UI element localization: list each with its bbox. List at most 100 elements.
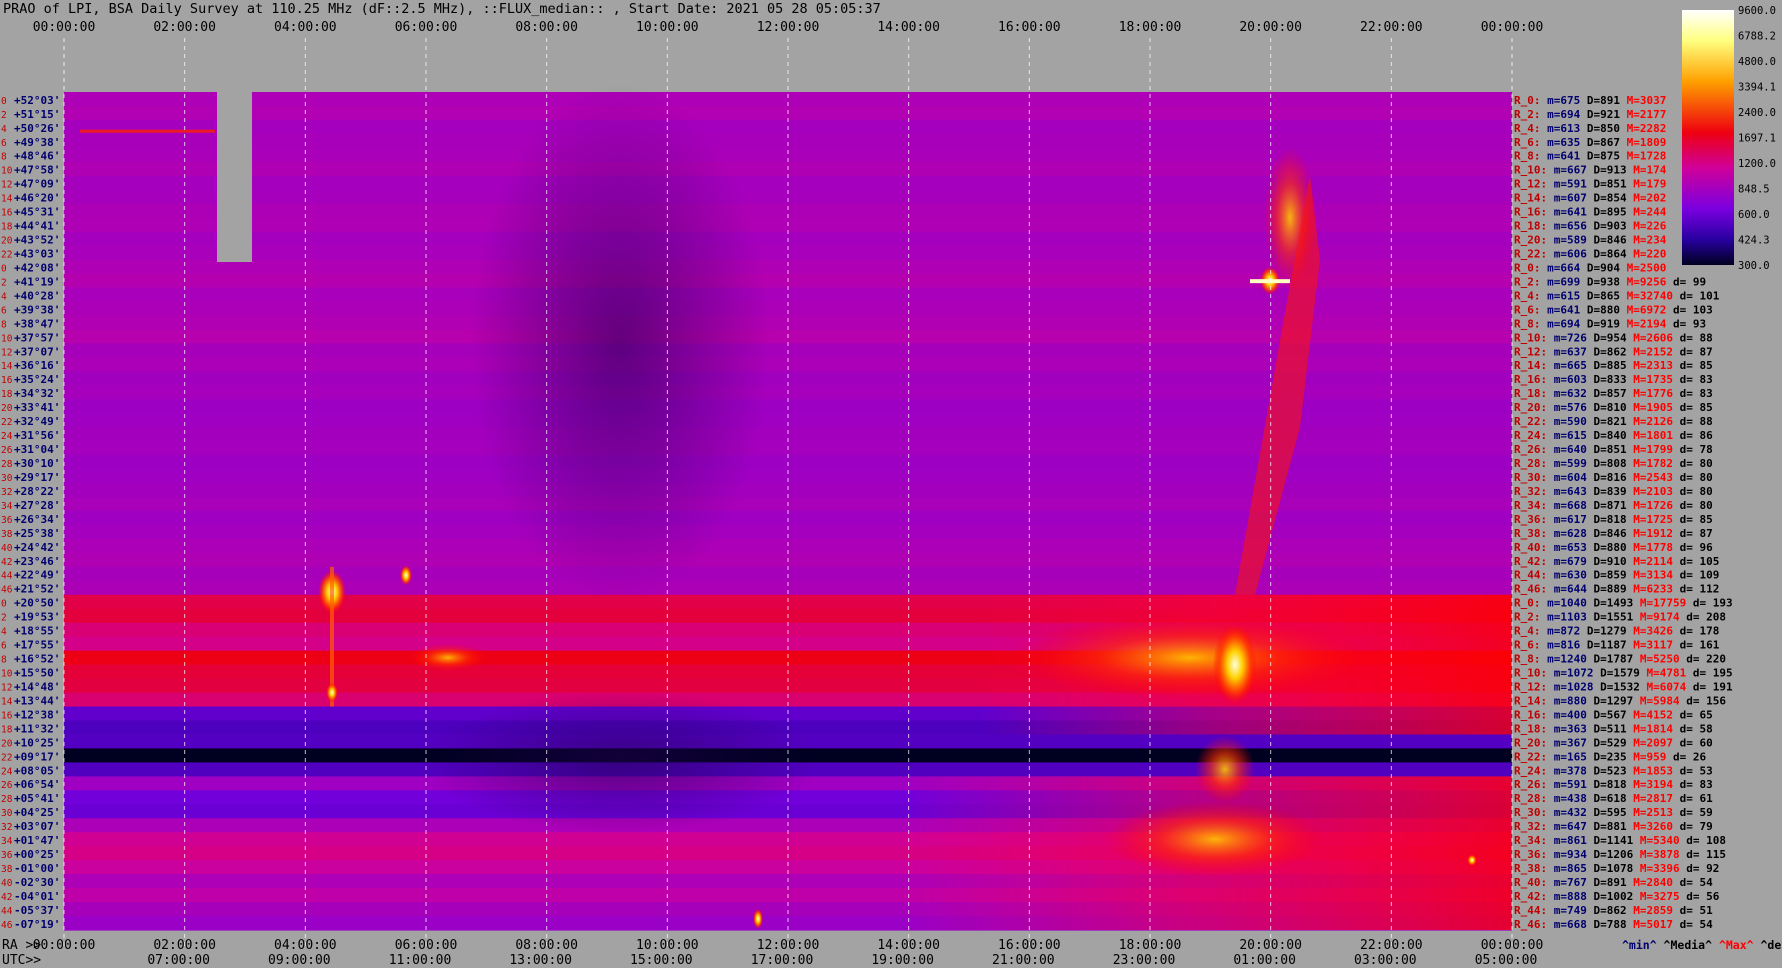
row-number: 14 <box>1 361 13 372</box>
row-number: 44 <box>1 906 13 917</box>
row-number: 42 <box>1 892 12 903</box>
stat-max: M=2177 <box>1620 108 1666 121</box>
stat-min: m=694 <box>1541 317 1581 330</box>
stat-row-id: R_28: <box>1514 457 1547 470</box>
stat-max: M=1776 <box>1627 387 1674 400</box>
stat-median: D=921 <box>1580 108 1620 121</box>
row-number: 20 <box>1 236 13 247</box>
row-number: 38 <box>1 529 13 540</box>
colorbar-tick-label: 300.0 <box>1738 260 1770 272</box>
stat-max: M=6972 <box>1620 303 1666 316</box>
stat-max: M=2126 <box>1627 415 1674 428</box>
row-number: 0 <box>1 263 7 274</box>
stat-min: m=656 <box>1547 220 1587 233</box>
stat-min: m=1040 <box>1541 597 1587 610</box>
stat-devia: d= 56 <box>1680 890 1720 903</box>
stat-devia: d= 78 <box>1673 443 1713 456</box>
ra-tick-label: 00:00:00 <box>33 938 96 953</box>
stat-devia: d= 105 <box>1673 555 1719 568</box>
stat-row-id: R_40: <box>1514 541 1547 554</box>
stat-min: m=606 <box>1547 248 1587 261</box>
dec-label: -01°00' <box>14 862 60 875</box>
row-stat: R_8: m=641 D=875 M=1728 <box>1514 150 1666 163</box>
stat-min: m=590 <box>1547 415 1587 428</box>
heatmap-chart: 00:00:00 02:00:00 04:00:00 06:00:00 08:00:00… <box>1 5 1782 968</box>
row-number: 46 <box>1 585 13 596</box>
radio-burst <box>326 682 338 703</box>
stat-max: M=1799 <box>1627 443 1673 456</box>
stat-max: M=2114 <box>1627 555 1674 568</box>
ra-tick-label: 10:00:00 <box>636 938 699 953</box>
dec-label: +32°49' <box>14 415 60 428</box>
row-number: 46 <box>1 920 13 931</box>
row-stat: R_44: m=630 D=859 M=3134 d= 109 <box>1514 569 1719 582</box>
row-number: 8 <box>1 655 7 666</box>
dec-label: -02°30' <box>14 876 60 889</box>
dec-label: +03°07' <box>14 820 60 833</box>
stat-max: M=174 <box>1627 164 1667 177</box>
stat-min: m=630 <box>1547 569 1587 582</box>
stat-max: M=2513 <box>1627 806 1673 819</box>
stat-devia: d= 59 <box>1673 806 1713 819</box>
row-number: 6 <box>1 138 7 149</box>
stat-min: m=861 <box>1547 834 1587 847</box>
stat-row-id: R_18: <box>1514 220 1547 233</box>
row-stat: R_30: m=604 D=816 M=2543 d= 80 <box>1514 471 1713 484</box>
stat-min: m=934 <box>1547 848 1587 861</box>
stat-max: M=4152 <box>1627 708 1673 721</box>
stat-min: m=432 <box>1547 806 1587 819</box>
row-number: 40 <box>1 878 13 889</box>
dec-label: +46°20' <box>14 192 60 205</box>
stat-min: m=1240 <box>1541 653 1587 666</box>
stat-devia: d= 86 <box>1673 429 1713 442</box>
stat-min: m=1103 <box>1541 611 1587 624</box>
stats-legend-item: ^min^ <box>1622 938 1657 952</box>
stat-row-id: R_38: <box>1514 862 1547 875</box>
row-stat: R_4: m=872 D=1279 M=3426 d= 178 <box>1514 625 1719 638</box>
row-number: 30 <box>1 473 13 484</box>
stat-min: m=675 <box>1541 94 1581 107</box>
dec-label: +49°38' <box>14 136 60 149</box>
row-stat: R_12: m=1028 D=1532 M=6074 d= 191 <box>1514 680 1733 693</box>
row-number: 36 <box>1 850 13 861</box>
stat-median: D=839 <box>1587 485 1627 498</box>
stat-row-id: R_6: <box>1514 136 1541 149</box>
stat-median: D=235 <box>1587 750 1627 763</box>
stat-devia: d= 96 <box>1673 541 1713 554</box>
colorbar-tick-label: 9600.0 <box>1738 5 1776 17</box>
row-number: 22 <box>1 250 12 261</box>
stat-devia: d= 208 <box>1680 611 1726 624</box>
stat-min: m=699 <box>1541 275 1581 288</box>
stat-row-id: R_30: <box>1514 806 1547 819</box>
stat-max: M=5984 <box>1633 694 1680 707</box>
stat-row-id: R_22: <box>1514 415 1547 428</box>
stat-median: D=954 <box>1587 331 1627 344</box>
top-tick-label: 18:00:00 <box>1119 20 1182 35</box>
stat-min: m=872 <box>1541 625 1581 638</box>
stat-row-id: R_32: <box>1514 820 1547 833</box>
ra-tick-label: 06:00:00 <box>395 938 458 953</box>
stat-max: M=959 <box>1627 750 1667 763</box>
row-number: 8 <box>1 152 7 163</box>
dec-label: -04°01' <box>14 890 60 903</box>
colorbar: 9600.0 6788.2 4800.0 3394.1 2400.0 1697.1 1200… <box>1682 5 1776 272</box>
stat-row-id: R_2: <box>1514 108 1541 121</box>
dec-label: +20°50' <box>14 597 60 610</box>
row-stat: R_16: m=603 D=833 M=1735 d= 83 <box>1514 373 1713 386</box>
colorbar-tick-label: 1697.1 <box>1738 133 1776 145</box>
stat-row-id: R_34: <box>1514 834 1547 847</box>
row-stat: R_28: m=599 D=808 M=1782 d= 80 <box>1514 457 1713 470</box>
top-tick-label: 08:00:00 <box>515 20 578 35</box>
stat-devia: d= 193 <box>1686 597 1732 610</box>
dec-label: +12°38' <box>14 708 60 721</box>
stat-median: D=1551 <box>1587 611 1634 624</box>
stat-devia: d= 79 <box>1673 820 1713 833</box>
stat-median: D=818 <box>1587 513 1627 526</box>
stat-min: m=641 <box>1541 303 1581 316</box>
stat-devia: d= 85 <box>1673 513 1713 526</box>
row-stat: R_4: m=613 D=850 M=2282 <box>1514 122 1666 135</box>
stat-max: M=2859 <box>1627 904 1673 917</box>
stat-median: D=821 <box>1587 415 1627 428</box>
colorbar-tick-label: 4800.0 <box>1738 56 1776 68</box>
stat-devia: d= 61 <box>1673 792 1713 805</box>
